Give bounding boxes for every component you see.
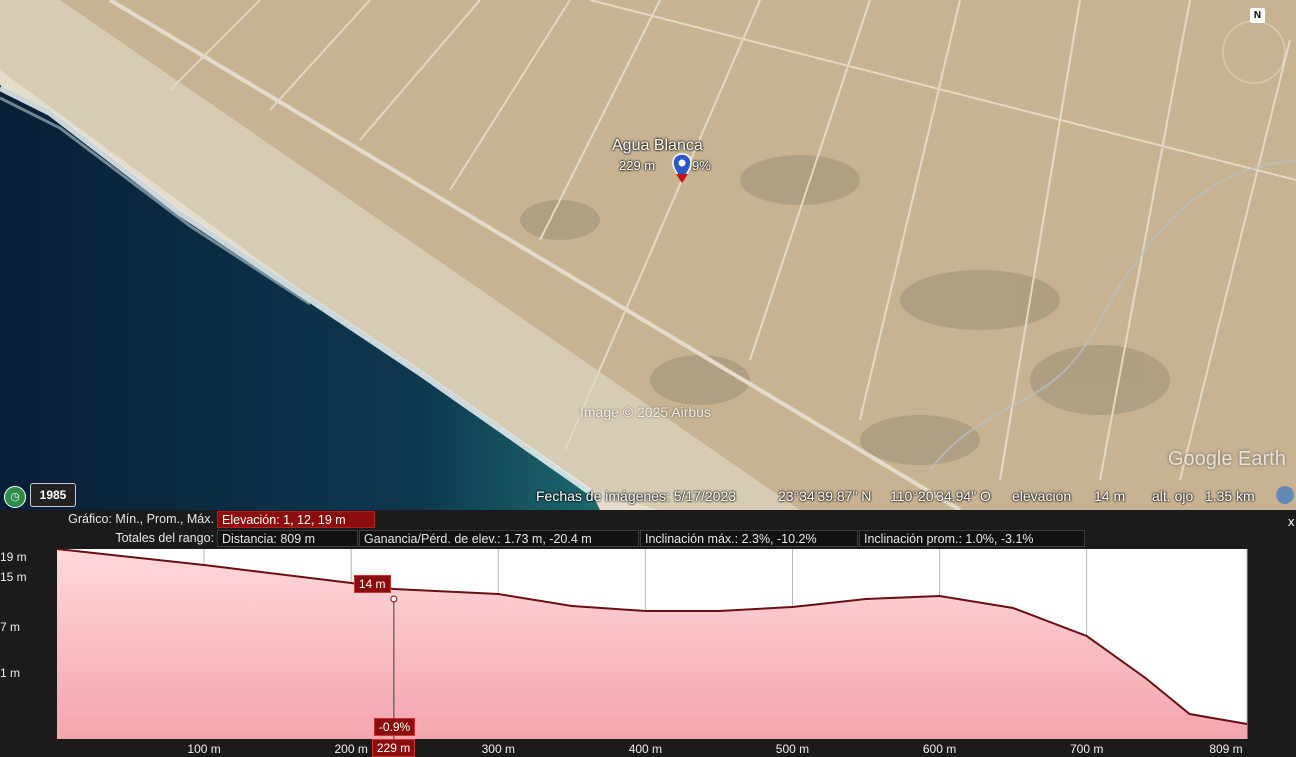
elevation-profile-chart[interactable] (0, 510, 1296, 754)
historical-imagery-clock-icon[interactable]: ◷ (4, 486, 26, 508)
cursor-distance-label: 229 m (371, 739, 416, 757)
google-earth-logo: Google Earth (1168, 448, 1286, 470)
imagery-copyright: Image © 2025 Airbus (580, 404, 711, 420)
cursor-slope-label: -0.9% (373, 718, 416, 736)
placemark-pin-icon[interactable] (670, 152, 694, 184)
satellite-map[interactable]: N Agua Blanca 229 m 0.9% Image © 2025 Air… (0, 0, 1296, 510)
cursor-point (390, 595, 398, 603)
placemark-elevation: 229 m (619, 158, 656, 173)
elevation-profile-panel: Gráfico: Mín., Prom., Máx. Elevación: 1,… (0, 510, 1296, 757)
cursor-elevation-label: 14 m (353, 575, 391, 593)
historical-year-button[interactable]: 1985 (30, 483, 76, 507)
status-bar: Fechas de imágenes: 5/17/2023 23°34'39.8… (0, 484, 1296, 510)
eye-altitude: alt. ojo 1.35 km (1152, 488, 1255, 504)
elevation-value: 14 m (1094, 488, 1126, 504)
elevation-label: elevación (1012, 488, 1072, 504)
north-indicator[interactable]: N (1250, 8, 1265, 23)
iad-logo: iad (1150, 628, 1210, 677)
terrain-imagery (0, 0, 1296, 510)
latitude: 23°34'39.87" N (778, 488, 872, 504)
imagery-date: Fechas de imágenes: 5/17/2023 (536, 488, 737, 504)
globe-icon[interactable] (1276, 486, 1294, 504)
longitude: 110°20'34.94" O (890, 488, 991, 504)
compass-ring[interactable] (1222, 20, 1286, 84)
